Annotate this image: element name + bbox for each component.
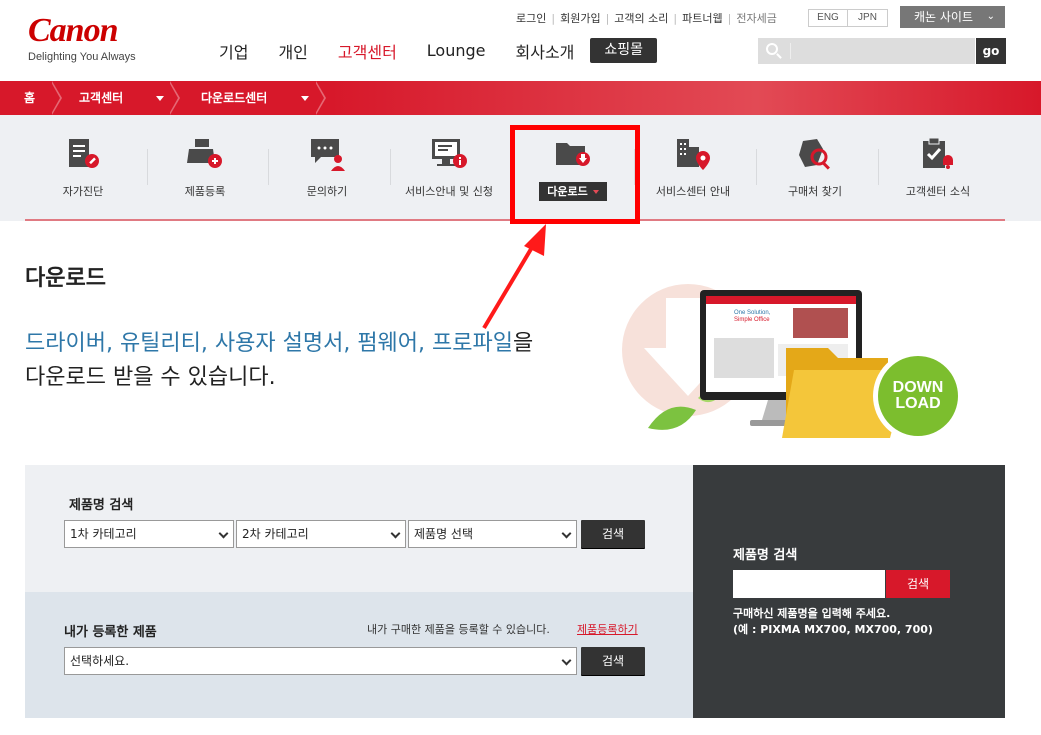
category2-select[interactable]: 2차 카테고리	[236, 520, 406, 548]
global-search-input[interactable]	[758, 38, 975, 64]
language-switch: ENG JPN	[808, 9, 888, 27]
quick-find-store[interactable]: 구매처 찾기	[754, 115, 876, 219]
quick-news[interactable]: 고객센터 소식	[877, 115, 999, 219]
building-pin-icon	[677, 139, 710, 170]
quick-label: 고객센터 소식	[905, 185, 971, 198]
caret-down-icon[interactable]	[301, 96, 309, 101]
quick-service-guide[interactable]: 서비스안내 및 신청	[388, 115, 510, 219]
quick-label: 서비스안내 및 신청	[405, 185, 493, 198]
login-link[interactable]: 로그인	[516, 10, 546, 26]
monitor-info-icon	[432, 139, 467, 168]
signup-link[interactable]: 회원가입	[560, 10, 600, 26]
product-search-button[interactable]: 검색	[581, 520, 645, 548]
highlight-box	[510, 125, 640, 224]
register-product-link[interactable]: 제품등록하기	[577, 621, 638, 637]
quick-label: 문의하기	[306, 185, 348, 198]
chevron-down-icon	[390, 528, 401, 539]
breadcrumb-separator	[315, 81, 326, 115]
go-button[interactable]: go	[976, 38, 1006, 64]
name-search-title: 제품명 검색	[733, 548, 798, 563]
canon-logo[interactable]: Canon Delighting You Always	[28, 12, 136, 64]
breadcrumb-background	[330, 81, 1041, 115]
header: Canon Delighting You Always 로그인 | 회원가입 | 고…	[0, 0, 1041, 81]
select-value: 제품명 선택	[414, 527, 474, 541]
chevron-down-icon	[561, 655, 572, 666]
search-icon	[766, 43, 778, 55]
name-search-hint: 구매하신 제품명을 입력해 주세요. (예 : PIXMA MX700, MX7…	[733, 606, 933, 638]
breadcrumb-download-center[interactable]: 다운로드센터	[201, 81, 267, 115]
quick-self-diagnosis[interactable]: 자가진단	[22, 115, 144, 219]
partner-web-link[interactable]: 파트너웹	[682, 10, 722, 26]
quick-label: 자가진단	[62, 185, 104, 198]
my-product-search-button[interactable]: 검색	[581, 647, 645, 675]
hero-screen-text: Simple Office	[734, 317, 770, 323]
intro-line2: 다운로드 받을 수 있습니다.	[25, 365, 276, 390]
product-search-title: 제품명 검색	[69, 498, 134, 513]
breadcrumb: 홈 고객센터 다운로드센터	[0, 81, 1041, 115]
main-nav: 기업 개인 고객센터 Lounge 회사소개 쇼핑몰	[219, 38, 658, 63]
lang-eng-button[interactable]: ENG	[808, 9, 848, 27]
download-hero-illustration: One Solution, Simple Office DOWN LOAD	[622, 284, 963, 441]
chat-person-icon	[311, 139, 345, 171]
search-location-icon	[799, 139, 830, 170]
quick-product-registration[interactable]: 제품등록	[144, 115, 266, 219]
utility-links: 로그인 | 회원가입 | 고객의 소리 | 파트너웹 | 전자세금	[516, 10, 777, 26]
quick-label: 구매처 찾기	[787, 185, 843, 198]
hero-screen-text: One Solution,	[734, 310, 771, 316]
breadcrumb-separator	[51, 81, 62, 115]
name-search-button[interactable]: 검색	[886, 570, 950, 598]
nav-customer-center[interactable]: 고객센터	[338, 39, 397, 63]
lang-jpn-button[interactable]: JPN	[848, 9, 888, 27]
intro-text: 드라이버, 유틸리티, 사용자 설명서, 펌웨어, 프로파일을 다운로드 받을 …	[25, 327, 533, 395]
quick-inquiry[interactable]: 문의하기	[266, 115, 388, 219]
document-wrench-icon	[69, 139, 99, 168]
quick-label: 서비스센터 안내	[655, 185, 731, 198]
hint-line: (예 : PIXMA MX700, MX700, 700)	[733, 623, 933, 636]
global-search: go	[758, 38, 1006, 64]
intro-suffix: 을	[512, 331, 534, 356]
logo-wordmark: Canon	[28, 12, 118, 49]
nav-company[interactable]: 회사소개	[516, 39, 575, 63]
quick-service-center[interactable]: 서비스센터 안내	[632, 115, 754, 219]
breadcrumb-separator	[169, 81, 180, 115]
nav-corporate[interactable]: 기업	[219, 39, 248, 63]
breadcrumb-home[interactable]: 홈	[24, 81, 35, 115]
chevron-down-icon	[218, 528, 229, 539]
my-products-hint: 내가 구매한 제품을 등록할 수 있습니다.	[367, 623, 550, 636]
clipboard-bell-icon	[923, 137, 953, 169]
quick-label: 제품등록	[184, 185, 226, 198]
chevron-down-icon	[561, 528, 572, 539]
hero-badge-text: LOAD	[895, 395, 940, 412]
nav-lounge[interactable]: Lounge	[427, 41, 486, 60]
search-divider	[790, 43, 791, 59]
printer-plus-icon	[187, 139, 222, 168]
product-name-input[interactable]	[733, 570, 885, 598]
site-button-label: 캐논 사이트	[914, 10, 974, 24]
page-title: 다운로드	[25, 266, 106, 291]
category1-select[interactable]: 1차 카테고리	[64, 520, 234, 548]
nav-personal[interactable]: 개인	[278, 39, 307, 63]
select-value: 선택하세요.	[70, 654, 130, 668]
e-tax-link[interactable]: 전자세금	[736, 10, 776, 26]
canon-site-dropdown[interactable]: 캐논 사이트 ⌄	[900, 6, 1005, 28]
intro-highlight: 드라이버, 유틸리티, 사용자 설명서, 펌웨어, 프로파일	[25, 331, 513, 356]
select-value: 1차 카테고리	[70, 527, 137, 541]
customer-voice-link[interactable]: 고객의 소리	[614, 10, 668, 26]
logo-tagline: Delighting You Always	[28, 51, 136, 63]
my-product-select[interactable]: 선택하세요.	[64, 647, 577, 675]
chevron-down-icon: ⌄	[986, 11, 995, 22]
product-name-select[interactable]: 제품명 선택	[408, 520, 577, 548]
annotation-arrow-icon	[482, 224, 546, 330]
hint-line: 구매하신 제품명을 입력해 주세요.	[733, 607, 891, 620]
caret-down-icon[interactable]	[156, 96, 164, 101]
my-products-title: 내가 등록한 제품	[64, 625, 157, 640]
hero-badge-text: DOWN	[893, 379, 944, 396]
shopping-mall-button[interactable]: 쇼핑몰	[590, 38, 658, 63]
breadcrumb-customer-center[interactable]: 고객센터	[79, 81, 123, 115]
select-value: 2차 카테고리	[242, 527, 309, 541]
